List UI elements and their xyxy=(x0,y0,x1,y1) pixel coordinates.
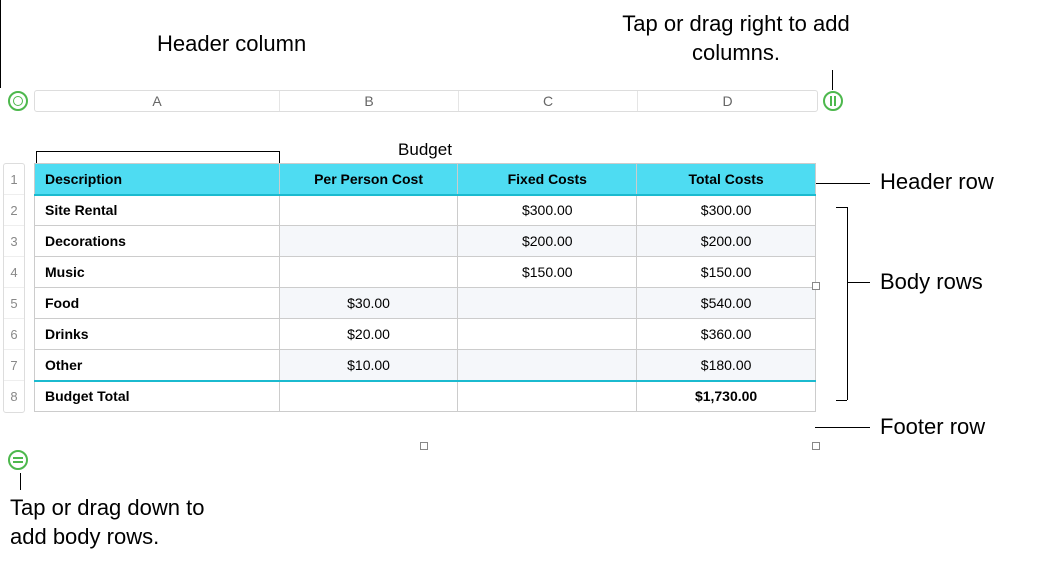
cell-description[interactable]: Drinks xyxy=(35,319,280,350)
cell-total[interactable]: $540.00 xyxy=(637,288,816,319)
cell-description[interactable]: Food xyxy=(35,288,280,319)
table-row: Drinks $20.00 $360.00 xyxy=(35,319,816,350)
row-header[interactable]: 8 xyxy=(4,381,24,412)
row-header[interactable]: 5 xyxy=(4,288,24,319)
header-cell-description[interactable]: Description xyxy=(35,164,280,195)
cell-fixed[interactable]: $300.00 xyxy=(458,195,637,226)
footer-cell-per-person[interactable] xyxy=(279,381,458,412)
callout-add-rows: Tap or drag down to add body rows. xyxy=(10,494,210,551)
callout-header-column: Header column xyxy=(157,30,306,59)
callout-line xyxy=(832,70,833,90)
header-cell-fixed[interactable]: Fixed Costs xyxy=(458,164,637,195)
cell-total[interactable]: $180.00 xyxy=(637,350,816,381)
selection-handle[interactable] xyxy=(420,442,428,450)
cell-fixed[interactable]: $150.00 xyxy=(458,257,637,288)
cell-description[interactable]: Site Rental xyxy=(35,195,280,226)
cell-description[interactable]: Other xyxy=(35,350,280,381)
table-corner-handle[interactable] xyxy=(8,91,28,111)
table-row: Decorations $200.00 $200.00 xyxy=(35,226,816,257)
column-header[interactable]: B xyxy=(280,91,459,111)
selection-handle[interactable] xyxy=(812,442,820,450)
table-header-row: Description Per Person Cost Fixed Costs … xyxy=(35,164,816,195)
selection-handle[interactable] xyxy=(812,282,820,290)
footer-cell-description[interactable]: Budget Total xyxy=(35,381,280,412)
cell-per-person[interactable] xyxy=(279,195,458,226)
header-cell-total[interactable]: Total Costs xyxy=(637,164,816,195)
callout-bracket-tick xyxy=(836,400,847,401)
footer-cell-total[interactable]: $1,730.00 xyxy=(637,381,816,412)
callout-add-columns: Tap or drag right to add columns. xyxy=(621,10,851,67)
cell-description[interactable]: Decorations xyxy=(35,226,280,257)
cell-fixed[interactable]: $200.00 xyxy=(458,226,637,257)
cell-description[interactable]: Music xyxy=(35,257,280,288)
cell-total[interactable]: $300.00 xyxy=(637,195,816,226)
cell-per-person[interactable]: $20.00 xyxy=(279,319,458,350)
cell-fixed[interactable] xyxy=(458,350,637,381)
header-cell-per-person[interactable]: Per Person Cost xyxy=(279,164,458,195)
callout-bracket xyxy=(847,207,848,400)
add-rows-handle[interactable] xyxy=(8,450,28,470)
cell-total[interactable]: $200.00 xyxy=(637,226,816,257)
footer-cell-fixed[interactable] xyxy=(458,381,637,412)
row-header[interactable]: 3 xyxy=(4,226,24,257)
cell-per-person[interactable]: $10.00 xyxy=(279,350,458,381)
callout-body-rows: Body rows xyxy=(880,268,983,297)
callout-line xyxy=(815,183,870,184)
add-columns-handle[interactable] xyxy=(823,91,843,111)
column-headers-bar: A B C D xyxy=(34,90,818,112)
table-row: Food $30.00 $540.00 xyxy=(35,288,816,319)
cell-total[interactable]: $150.00 xyxy=(637,257,816,288)
callout-line xyxy=(20,473,21,490)
cell-total[interactable]: $360.00 xyxy=(637,319,816,350)
column-header[interactable]: D xyxy=(638,91,817,111)
callout-line xyxy=(848,282,870,283)
cell-per-person[interactable] xyxy=(279,257,458,288)
table-row: Site Rental $300.00 $300.00 xyxy=(35,195,816,226)
table-row: Other $10.00 $180.00 xyxy=(35,350,816,381)
callout-footer-row: Footer row xyxy=(880,413,985,442)
callout-header-row: Header row xyxy=(880,168,994,197)
budget-table: Description Per Person Cost Fixed Costs … xyxy=(34,163,816,412)
row-header[interactable]: 6 xyxy=(4,319,24,350)
cell-fixed[interactable] xyxy=(458,319,637,350)
cell-per-person[interactable] xyxy=(279,226,458,257)
table-footer-row: Budget Total $1,730.00 xyxy=(35,381,816,412)
column-header[interactable]: A xyxy=(35,91,280,111)
callout-line xyxy=(815,427,870,428)
callout-line xyxy=(0,0,1,88)
cell-per-person[interactable]: $30.00 xyxy=(279,288,458,319)
column-header[interactable]: C xyxy=(459,91,638,111)
callout-bracket-tick xyxy=(836,207,847,208)
row-headers-bar: 1 2 3 4 5 6 7 8 xyxy=(3,163,25,413)
table-title[interactable]: Budget xyxy=(34,140,816,160)
table-row: Music $150.00 $150.00 xyxy=(35,257,816,288)
row-header[interactable]: 2 xyxy=(4,195,24,226)
row-header[interactable]: 4 xyxy=(4,257,24,288)
row-header[interactable]: 1 xyxy=(4,164,24,195)
row-header[interactable]: 7 xyxy=(4,350,24,381)
cell-fixed[interactable] xyxy=(458,288,637,319)
